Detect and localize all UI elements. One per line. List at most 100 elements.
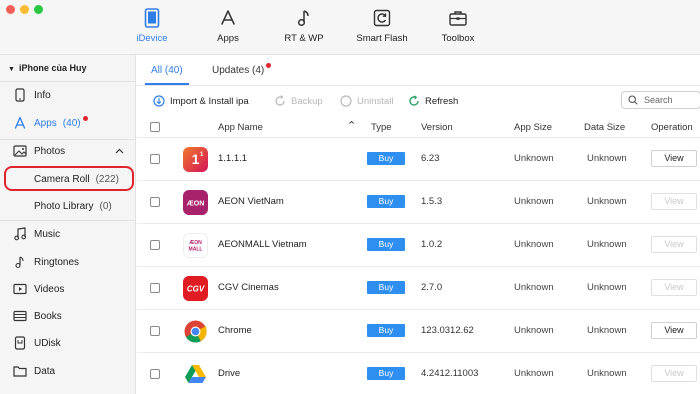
nav-toolbox-label: Toolbox (441, 33, 475, 44)
sidebar-item-apps[interactable]: Apps (40) (12, 113, 130, 133)
aeon-icon: ÆON (183, 190, 208, 215)
uninstall-button[interactable]: Uninstall (340, 95, 393, 107)
search-input[interactable]: Search (621, 91, 700, 109)
tab-all[interactable]: All (40) (151, 65, 183, 76)
app-size: Unknown (514, 282, 554, 293)
nav-apps[interactable]: Apps (188, 8, 268, 44)
row-checkbox[interactable] (150, 326, 160, 336)
music-icon (12, 226, 28, 242)
refresh-icon (372, 8, 392, 28)
view-button[interactable]: View (651, 322, 697, 339)
tab-divider (137, 85, 700, 86)
app-store-icon (12, 115, 28, 131)
select-all-checkbox[interactable] (150, 122, 160, 132)
sidebar-item-photos[interactable]: Photos (12, 141, 130, 161)
sidebar-item-ringtones[interactable]: Ringtones (12, 252, 130, 272)
search-placeholder: Search (644, 95, 673, 105)
backup-label: Backup (291, 95, 323, 107)
view-button[interactable]: View (651, 236, 697, 253)
sidebar-item-info[interactable]: Info (12, 85, 130, 105)
app-version: 6.23 (421, 153, 440, 164)
sidebar-divider (0, 81, 136, 82)
type-badge[interactable]: Buy (367, 324, 405, 337)
sidebar-item-count: (222) (95, 173, 119, 185)
checkbox-box (150, 122, 160, 132)
minimize-window-button[interactable] (20, 5, 29, 14)
type-badge[interactable]: Buy (367, 195, 405, 208)
type-badge[interactable]: Buy (367, 367, 405, 380)
app-size: Unknown (514, 153, 554, 164)
nav-toolbox[interactable]: Toolbox (418, 8, 498, 44)
row-checkbox[interactable] (150, 154, 160, 164)
sidebar-item-label: Ringtones (34, 256, 80, 268)
uninstall-icon (340, 95, 352, 107)
table-row[interactable]: 11 1.1.1.1 Buy 6.23 Unknown Unknown View (137, 137, 700, 180)
top-navigation-bar: iDevice Apps RT & WP Smart Flash Toolbox (0, 0, 700, 55)
table-row[interactable]: Chrome Buy 123.0312.62 Unknown Unknown V… (137, 309, 700, 352)
import-install-button[interactable]: Import & Install ipa (153, 95, 249, 107)
chevron-up-icon[interactable] (115, 146, 124, 157)
sidebar-divider (0, 139, 136, 140)
row-checkbox[interactable] (150, 197, 160, 207)
table-row[interactable]: CGV CGV Cinemas Buy 2.7.0 Unknown Unknow… (137, 266, 700, 309)
tab-updates[interactable]: Updates (4) (212, 63, 272, 76)
app-version: 4.2412.11003 (421, 368, 479, 379)
device-selector[interactable]: ▼ iPhone của Huy (8, 63, 86, 73)
device-name: iPhone của Huy (18, 63, 87, 73)
app-name: AEONMALL Vietnam (218, 239, 307, 250)
sidebar-item-photo-library[interactable]: Photo Library (0) (34, 196, 130, 216)
cloudflare-1111-icon: 11 (183, 147, 208, 172)
view-button[interactable]: View (651, 150, 697, 167)
view-button[interactable]: View (651, 365, 697, 382)
refresh-icon (408, 95, 420, 107)
backup-button[interactable]: Backup (274, 95, 323, 107)
notification-dot (82, 115, 88, 121)
app-size: Unknown (514, 325, 554, 336)
sidebar-item-videos[interactable]: Videos (12, 279, 130, 299)
table-row[interactable]: ÆON AEON VietNam Buy 1.5.3 Unknown Unkno… (137, 180, 700, 223)
table-row[interactable]: ÆON MALL AEONMALL Vietnam Buy 1.0.2 Unkno… (137, 223, 700, 266)
sort-caret-icon[interactable]: ⌃ (347, 119, 356, 132)
col-app-name[interactable]: App Name (218, 122, 263, 133)
sidebar-item-count: (0) (99, 200, 112, 212)
video-icon (12, 281, 28, 297)
app-name: CGV Cinemas (218, 282, 279, 293)
app-version: 1.0.2 (421, 239, 443, 250)
app-version: 1.5.3 (421, 196, 443, 207)
zoom-window-button[interactable] (34, 5, 43, 14)
import-icon (153, 95, 165, 107)
sidebar-item-books[interactable]: Books (12, 306, 130, 326)
row-checkbox[interactable] (150, 283, 160, 293)
app-version: 2.7.0 (421, 282, 443, 293)
refresh-button[interactable]: Refresh (408, 95, 458, 107)
data-size: Unknown (587, 239, 627, 250)
app-name: Chrome (218, 325, 252, 336)
type-badge[interactable]: Buy (367, 281, 405, 294)
nav-rt-wp[interactable]: RT & WP (264, 8, 344, 44)
data-size: Unknown (587, 196, 627, 207)
nav-smart-flash[interactable]: Smart Flash (342, 8, 422, 44)
col-type: Type (371, 122, 392, 133)
aeonmall-icon: ÆON MALL (183, 233, 208, 258)
app-version: 123.0312.62 (421, 325, 474, 336)
table-row[interactable]: Drive Buy 4.2412.11003 Unknown Unknown V… (137, 352, 700, 394)
sidebar-item-data[interactable]: Data (12, 361, 130, 381)
close-window-button[interactable] (6, 5, 15, 14)
type-badge[interactable]: Buy (367, 238, 405, 251)
view-button[interactable]: View (651, 279, 697, 296)
sidebar-item-udisk[interactable]: UDisk (12, 333, 130, 353)
svg-text:MALL: MALL (188, 247, 202, 253)
sidebar-item-camera-roll[interactable]: Camera Roll (222) (34, 169, 130, 189)
checkbox-box (150, 326, 160, 336)
nav-idevice[interactable]: iDevice (112, 8, 192, 44)
row-checkbox[interactable] (150, 240, 160, 250)
row-checkbox[interactable] (150, 369, 160, 379)
refresh-label: Refresh (425, 95, 459, 107)
sidebar-item-label: Photos (34, 145, 66, 157)
type-badge[interactable]: Buy (367, 152, 405, 165)
sidebar-item-label: Apps (34, 117, 57, 129)
app-name: Drive (218, 368, 241, 379)
view-button[interactable]: View (651, 193, 697, 210)
sidebar-item-music[interactable]: Music (12, 224, 130, 244)
checkbox-box (150, 369, 160, 379)
